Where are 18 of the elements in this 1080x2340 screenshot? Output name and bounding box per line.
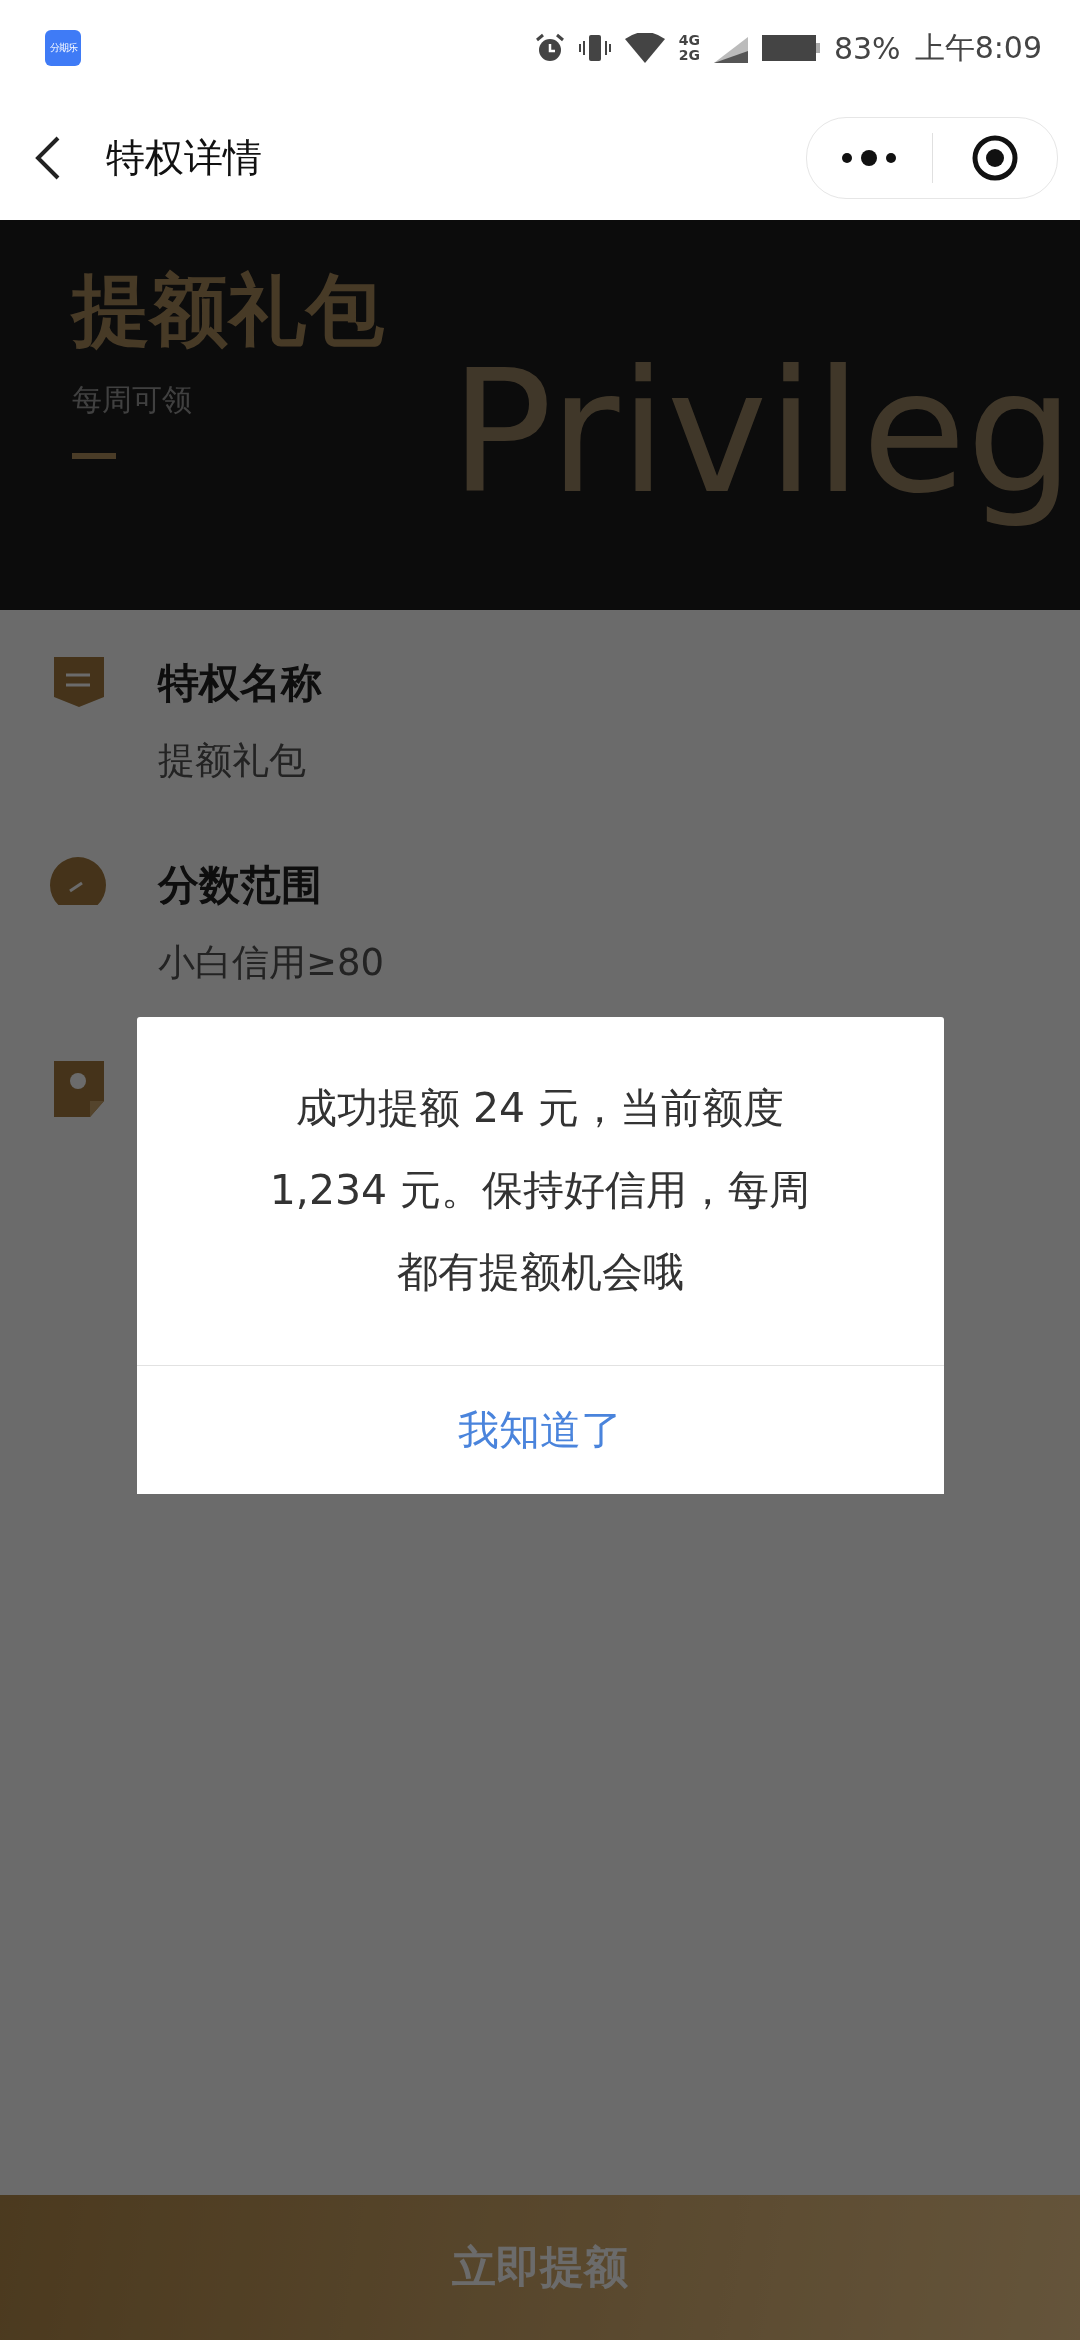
- target-icon: [970, 134, 1019, 182]
- network-type: 4G 2G: [678, 33, 700, 63]
- detail-value: 小白信用≥80: [158, 940, 385, 986]
- alarm-icon: [534, 33, 565, 63]
- accent-dash: [72, 453, 116, 459]
- wifi-icon: [624, 33, 665, 63]
- clock-time: 上午8:09: [914, 28, 1042, 67]
- dialog-message: 成功提额 24 元，当前额度 1,234 元。保持好信用，每周都有提额机会哦: [268, 1083, 812, 1298]
- battery-percent: 83%: [833, 30, 901, 66]
- page-title: 特权详情: [106, 134, 262, 182]
- vibrate-icon: [578, 33, 611, 63]
- battery-icon: [761, 35, 820, 61]
- detail-title: 分数范围: [158, 860, 323, 911]
- gauge-icon: [50, 857, 106, 905]
- detail-value: 提额礼包: [158, 738, 307, 784]
- detail-title: 特权名称: [158, 658, 322, 709]
- app-icon: 分期乐: [45, 30, 81, 66]
- privilege-title: 提额礼包: [72, 264, 385, 357]
